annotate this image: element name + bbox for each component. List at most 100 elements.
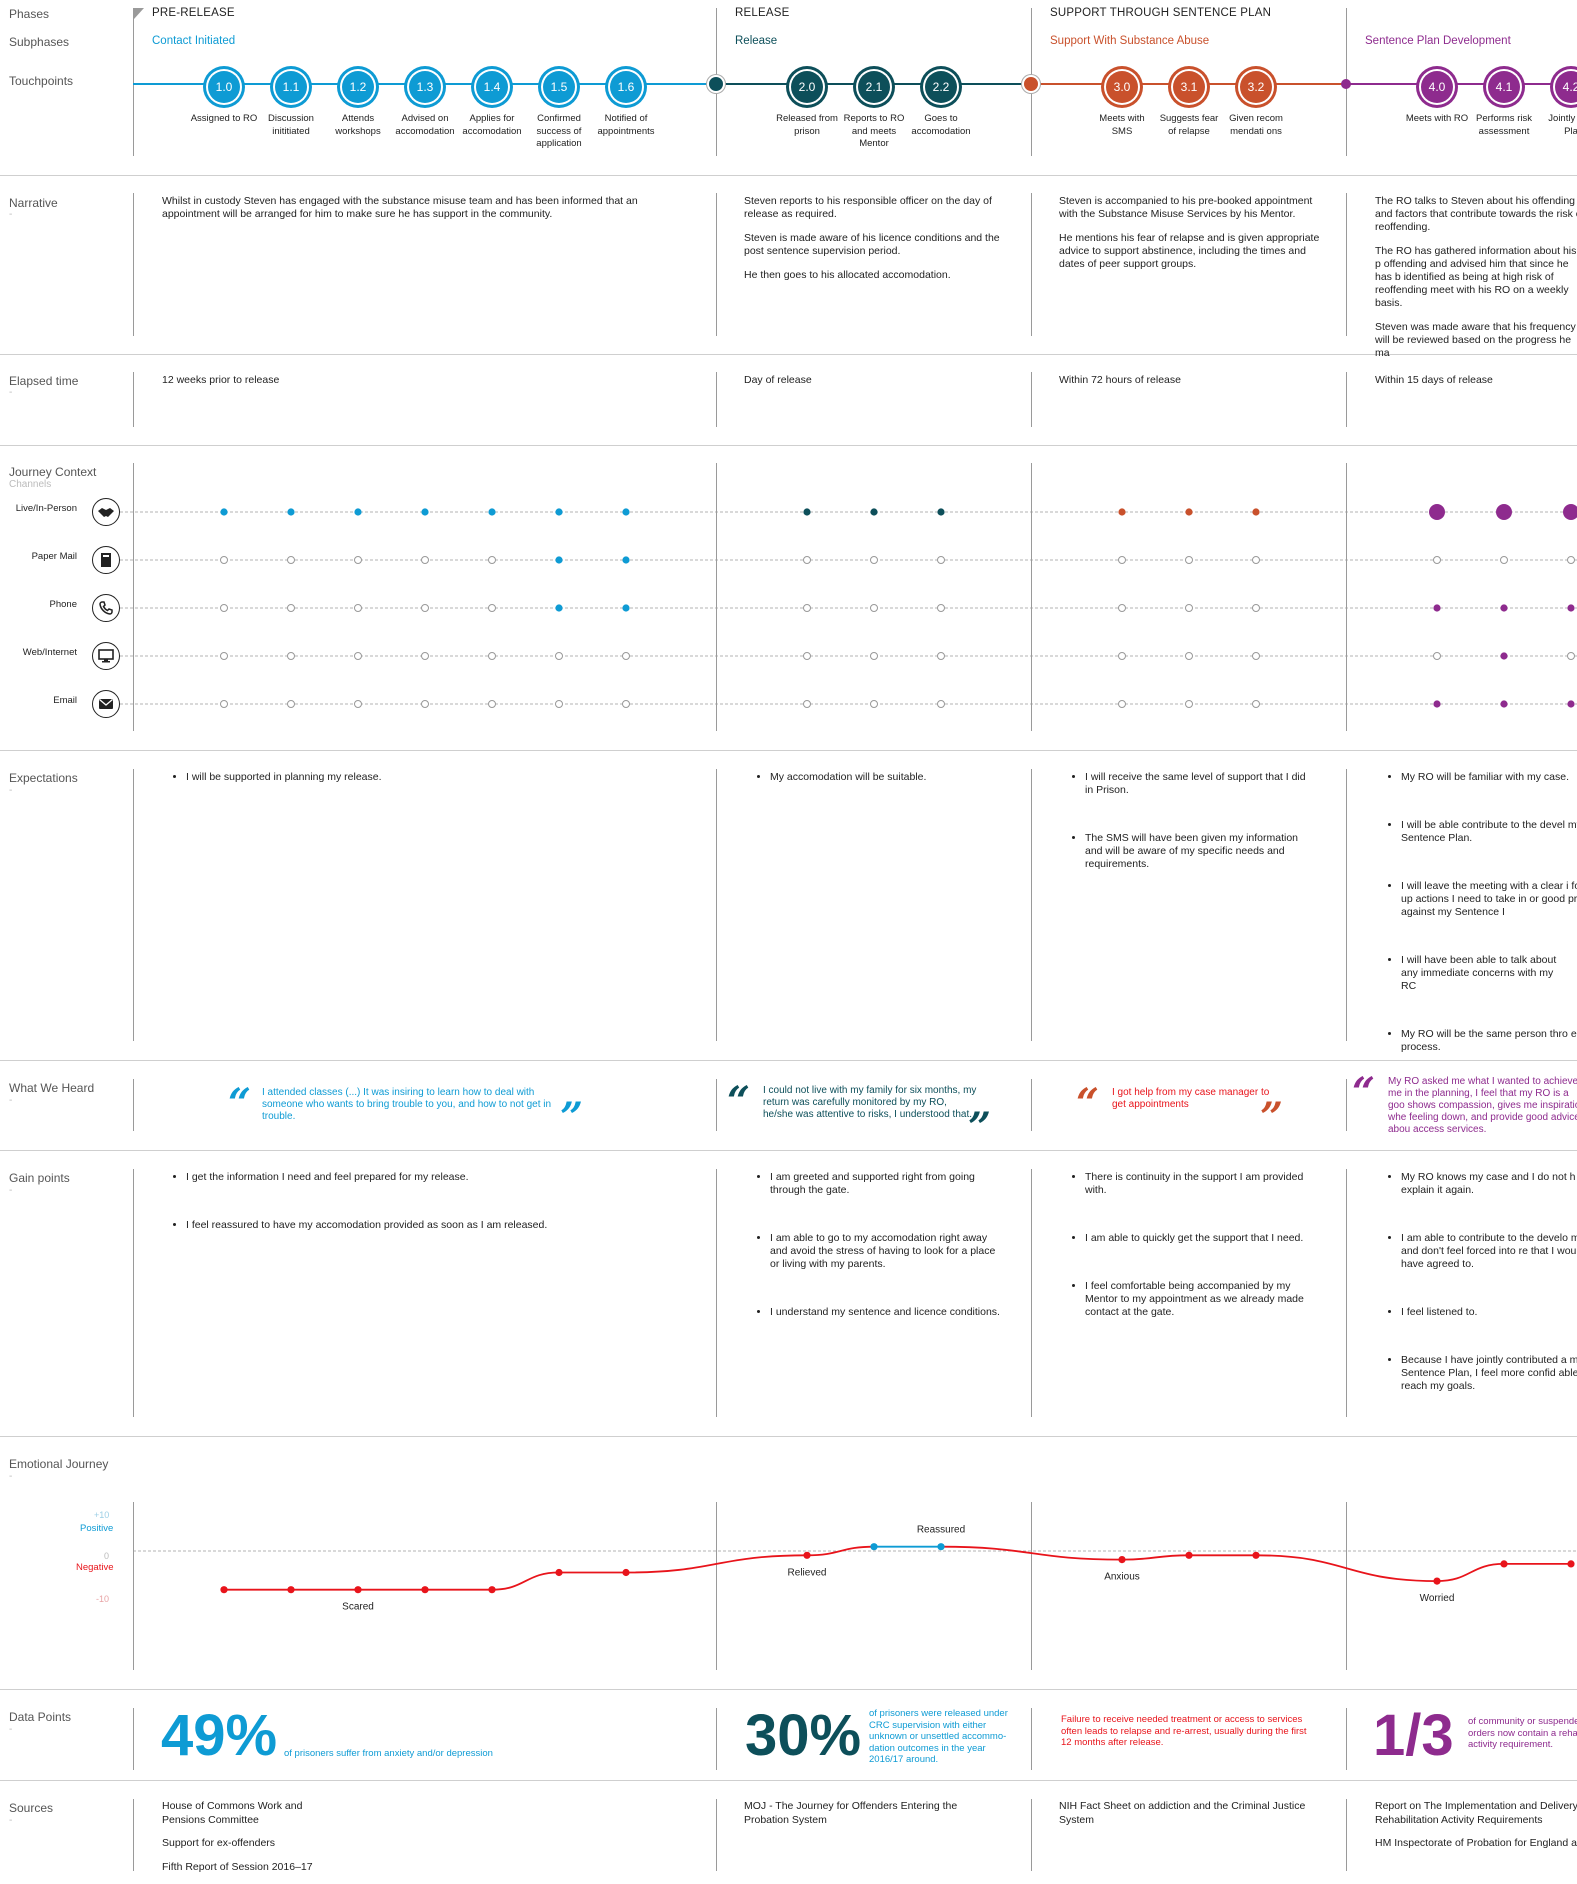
touchpoint-1-3[interactable]: 1.3 <box>404 66 446 108</box>
data-point-description-text: of community or suspende orders now cont… <box>1468 1716 1577 1750</box>
channel-label-web: Web/Internet <box>22 647 77 658</box>
data-point-description: of community or suspende orders now cont… <box>1468 1716 1577 1756</box>
column-divider <box>133 1169 134 1417</box>
elapsed-time-row-dash: - <box>9 387 13 398</box>
column-divider <box>716 1169 717 1417</box>
column-divider <box>1031 1502 1032 1670</box>
touchpoint-1-5[interactable]: 1.5 <box>538 66 580 108</box>
expectations-sentence-plan: My RO will be familiar with my case. I w… <box>1383 771 1577 1076</box>
phase-flag-icon <box>134 8 144 19</box>
email-icon <box>92 690 120 718</box>
touchpoint-number: 1.3 <box>409 71 441 103</box>
gain-points-pre-release: I get the information I need and feel pr… <box>168 1171 688 1254</box>
row-separator <box>0 1060 1577 1061</box>
monitor-icon <box>92 642 120 670</box>
column-divider <box>133 372 134 427</box>
channel-used-dot <box>1500 652 1508 660</box>
source-item: NIH Fact Sheet on addiction and the Crim… <box>1059 1800 1306 1826</box>
column-divider <box>716 372 717 427</box>
narrative-paragraph: Whilst in custody Steven has engaged wit… <box>162 195 638 220</box>
emotion-point <box>555 1568 563 1577</box>
source-item: Fifth Report of Session 2016–17 <box>162 1860 313 1873</box>
gain-point-item: I am able to go to my accomodation right… <box>770 1232 1002 1271</box>
gain-point-item: I am able to contribute to the develo my… <box>1401 1232 1577 1271</box>
touchpoint-2-2[interactable]: 2.2 <box>920 66 962 108</box>
phase-pre-release: PRE-RELEASE <box>152 7 235 19</box>
channel-used-dot <box>622 508 630 516</box>
column-divider <box>716 1502 717 1670</box>
open-quote-icon: “ <box>727 1078 751 1125</box>
touchpoint-number: 1.4 <box>476 71 508 103</box>
channel-unused-dot <box>220 556 228 564</box>
touchpoint-3-0[interactable]: 3.0 <box>1101 66 1143 108</box>
column-divider <box>716 769 717 1041</box>
touchpoint-1-1[interactable]: 1.1 <box>270 66 312 108</box>
column-divider <box>1031 1799 1032 1871</box>
emotion-point <box>488 1586 496 1594</box>
sources-sentence-plan: Report on The Implementation and Deliver… <box>1375 1800 1577 1861</box>
touchpoint-number: 4.2 <box>1555 71 1577 103</box>
touchpoint-1-4[interactable]: 1.4 <box>471 66 513 108</box>
subphase-substance-abuse: Support With Substance Abuse <box>1050 35 1210 47</box>
close-quote-icon: ” <box>968 1104 992 1151</box>
sources-release: MOJ - The Journey for Offenders Entering… <box>744 1800 974 1837</box>
sources-substance: NIH Fact Sheet on addiction and the Crim… <box>1059 1800 1309 1837</box>
touchpoint-3-2[interactable]: 3.2 <box>1235 66 1277 108</box>
narrative-paragraph: He mentions his fear of relapse and is g… <box>1059 232 1320 270</box>
channel-unused-dot <box>287 700 295 708</box>
touchpoint-label: Assigned to RO <box>190 113 258 124</box>
data-points-row-label: Data Points <box>9 1710 72 1724</box>
emotion-line-segment <box>806 1545 875 1557</box>
data-point-description: of prisoners suffer from anxiety and/or … <box>284 1748 493 1759</box>
emotion-line-segment <box>1436 1563 1505 1582</box>
subphase-contact-initiated: Contact Initiated <box>152 35 236 47</box>
narrative-paragraph: Steven is accompanied to his pre-booked … <box>1059 195 1313 220</box>
touchpoint-number: 2.1 <box>858 71 890 103</box>
channel-used-dot <box>1500 700 1508 708</box>
touchpoint-2-0[interactable]: 2.0 <box>786 66 828 108</box>
touchpoints-row-label: Touchpoints <box>9 74 74 88</box>
touchpoint-label: Confirmed success of application <box>536 113 582 149</box>
row-separator <box>0 1689 1577 1690</box>
touchpoint-2-1[interactable]: 2.1 <box>853 66 895 108</box>
emotion-annotation: Anxious <box>1104 1572 1140 1583</box>
channel-unused-dot <box>220 604 228 612</box>
emotion-line-segment <box>491 1571 560 1591</box>
gain-point-item: I get the information I need and feel pr… <box>186 1171 688 1184</box>
row-separator <box>0 1780 1577 1781</box>
touchpoint-number: 3.2 <box>1240 71 1272 103</box>
touchpoint-label: Released from prison <box>776 113 838 137</box>
touchpoint-number: 1.5 <box>543 71 575 103</box>
scale-zero-label: 0 <box>104 1551 110 1561</box>
touchpoint-3-1[interactable]: 3.1 <box>1168 66 1210 108</box>
touchpoint-number: 3.1 <box>1173 71 1205 103</box>
touchpoint-4-0[interactable]: 4.0 <box>1416 66 1458 108</box>
touchpoint-1-2[interactable]: 1.2 <box>337 66 379 108</box>
channel-used-dot <box>1500 604 1508 612</box>
gain-point-item: Because I have jointly contributed a my … <box>1401 1354 1577 1393</box>
touchpoint-1-6[interactable]: 1.6 <box>605 66 647 108</box>
channel-unused-dot <box>1252 556 1260 564</box>
sources-row-label: Sources <box>9 1801 54 1815</box>
touchpoint-number: 2.0 <box>791 71 823 103</box>
channel-unused-dot <box>870 604 878 612</box>
touchpoint-4-2[interactable]: 4.2 <box>1550 66 1577 108</box>
data-point-value: 49% <box>161 1703 278 1768</box>
channel-used-dot <box>622 604 630 612</box>
channel-used-dot <box>421 508 429 516</box>
touchpoint-4-1[interactable]: 4.1 <box>1483 66 1525 108</box>
narrative-sentence-plan: The RO talks to Steven about his offendi… <box>1375 195 1577 371</box>
phase-divider <box>133 8 134 156</box>
channel-unused-dot <box>354 604 362 612</box>
emotion-point <box>1252 1551 1260 1559</box>
sources-pre-release: House of Commons Work and Pensions Commi… <box>162 1800 362 1884</box>
what-we-heard-row-label: What We Heard <box>9 1081 95 1095</box>
narrative-row-label: Narrative <box>9 196 58 210</box>
source-item: Support for ex-offenders <box>162 1837 276 1849</box>
expectation-item: The SMS will have been given my informat… <box>1085 832 1307 871</box>
touchpoint-1-0[interactable]: 1.0 <box>203 66 245 108</box>
emotion-point <box>421 1586 429 1594</box>
channel-unused-dot <box>803 700 811 708</box>
expectations-substance: I will receive the same level of support… <box>1067 771 1307 893</box>
row-separator <box>0 445 1577 446</box>
